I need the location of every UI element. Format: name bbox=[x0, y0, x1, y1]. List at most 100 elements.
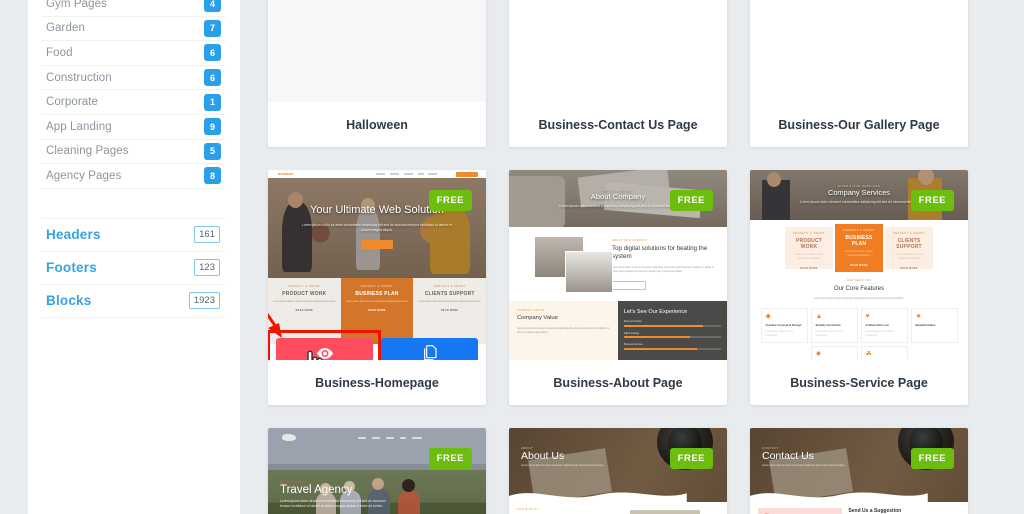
service-card: PERFECT & SMART PRODUCT WORK Lorem ipsum… bbox=[785, 227, 833, 270]
template-thumbnail bbox=[268, 0, 486, 102]
feature-item: ◆ Creative Concept & Design Lorem ipsum … bbox=[760, 307, 808, 343]
template-row: BUSINESS Your Ultimate Web Solution Lore… bbox=[268, 170, 998, 405]
category-count-badge: 9 bbox=[205, 119, 220, 135]
template-card-business-our-gallery-page[interactable]: OUR GALLERY Our Recent Work Lorem ipsum … bbox=[750, 0, 968, 147]
free-badge: FREE bbox=[428, 190, 472, 211]
sidebar-item-construction[interactable]: Construction 6 bbox=[42, 66, 226, 91]
feature-grid: ◆ Creative Concept & Design Lorem ipsum … bbox=[750, 307, 968, 360]
card-text: Lorem ipsum dolor sit amet consectetur a… bbox=[345, 301, 409, 303]
features-subtext: Lorem ipsum dolor sit amet consectetur a… bbox=[813, 298, 905, 301]
hero-subtext: Lorem ipsum dolor sit amet consectetur a… bbox=[521, 464, 605, 467]
suggestion-form: Send Us a Suggestion Lorem ipsum dolor s… bbox=[848, 508, 960, 514]
sidebar-item-gym-pages[interactable]: Gym Pages 4 bbox=[42, 0, 226, 17]
experience-heading: Let's See Our Experience bbox=[623, 309, 688, 315]
free-badge: FREE bbox=[669, 448, 713, 469]
template-card-business-contact-us-page[interactable]: Name Email Subject Message Business-Cont… bbox=[509, 0, 727, 147]
card-kicker: PERFECT & SMART bbox=[843, 229, 875, 232]
template-library-page: Gym Pages 4 Garden 7 Food 6 Construction… bbox=[0, 0, 1024, 514]
feature-item: ✸ Smart & Modern Feature bbox=[810, 345, 858, 360]
hero-heading: Travel Agency bbox=[280, 484, 353, 496]
diamond-icon: ◆ bbox=[765, 312, 771, 320]
category-count-badge: 5 bbox=[205, 143, 220, 159]
hero-heading: Contact Us bbox=[762, 450, 814, 462]
card-link[interactable]: READ MORE bbox=[839, 264, 879, 267]
value-kicker: COMPANY VALUE bbox=[517, 309, 545, 312]
card-link[interactable]: READ MORE bbox=[789, 267, 829, 270]
card-title: BUSINESS PLAN bbox=[845, 235, 873, 247]
template-card-business-about-page[interactable]: ABOUT COMPANY About Company Lorem ipsum … bbox=[509, 170, 727, 405]
card-link[interactable]: READ MORE bbox=[418, 309, 481, 312]
template-row: Halloween Name Email Subject Message bbox=[268, 0, 998, 147]
section-count-badge: 123 bbox=[194, 259, 220, 277]
hero-subtext: Lorem ipsum dolor sit amet consectetur a… bbox=[280, 499, 386, 509]
template-card-title: Halloween bbox=[346, 117, 408, 132]
sidebar-item-corporate[interactable]: Corporate 1 bbox=[42, 90, 226, 115]
free-badge: FREE bbox=[428, 448, 472, 469]
gear-icon: ✸ bbox=[815, 350, 822, 358]
value-text: Lorem ipsum dolor sit amet consectetur a… bbox=[517, 327, 610, 335]
feature-card: PERFECT & SMART CLIENTS SUPPORT Lorem ip… bbox=[413, 278, 486, 344]
template-card-title: Business-Our Gallery Page bbox=[778, 117, 940, 132]
section-count-badge: 1923 bbox=[188, 292, 220, 310]
section-label: Blocks bbox=[46, 293, 92, 309]
features-header: OUR SERVICES Our Core Features Lorem ips… bbox=[750, 279, 968, 302]
template-card-halloween[interactable]: Halloween bbox=[268, 0, 486, 147]
annotation-arrow bbox=[268, 312, 282, 338]
category-count-badge: 8 bbox=[205, 168, 220, 184]
category-label: Food bbox=[46, 46, 73, 59]
features-kicker: OUR SERVICES bbox=[846, 279, 872, 282]
template-card-business-service-page[interactable]: HOME & OUR SERVICES Company Services Lor… bbox=[750, 170, 968, 405]
category-label: Gym Pages bbox=[46, 0, 107, 10]
template-card-about-us[interactable]: ABOUT About Us Lorem ipsum dolor sit ame… bbox=[509, 428, 727, 514]
hero-cta-button[interactable] bbox=[361, 239, 393, 249]
wave-divider bbox=[750, 492, 928, 502]
category-count-badge: 4 bbox=[205, 0, 220, 12]
sidebar-item-cleaning-pages[interactable]: Cleaning Pages 5 bbox=[42, 140, 226, 165]
card-kicker: PERFECT & SMART bbox=[361, 285, 393, 288]
thumb-navbar: BUSINESS bbox=[268, 170, 486, 178]
free-badge: FREE bbox=[910, 448, 954, 469]
contact-info-panel: Contact Number Email Location bbox=[758, 508, 843, 514]
category-label: Construction bbox=[46, 71, 112, 84]
section-cta-button[interactable] bbox=[612, 280, 646, 290]
section-kicker: ABOUT OUR COMPANY bbox=[612, 239, 648, 242]
service-card: PERFECT & SMART CLIENTS SUPPORT Lorem ip… bbox=[885, 227, 933, 270]
sidebar-item-headers[interactable]: Headers 161 bbox=[42, 219, 226, 252]
template-thumbnail: ABOUT About Us Lorem ipsum dolor sit ame… bbox=[509, 428, 727, 514]
sidebar-item-blocks[interactable]: Blocks 1923 bbox=[42, 285, 226, 318]
hero-subtext: Lorem ipsum dolor sit amet consectetur a… bbox=[301, 222, 453, 233]
template-thumbnail: CONTACT Contact Us Lorem ipsum dolor sit… bbox=[750, 428, 968, 514]
sidebar-item-agency-pages[interactable]: Agency Pages 8 bbox=[42, 164, 226, 189]
features-heading: Our Core Features bbox=[833, 286, 885, 292]
template-card-title: Business-About Page bbox=[553, 375, 683, 390]
free-badge: FREE bbox=[910, 190, 954, 211]
sidebar-item-footers[interactable]: Footers 123 bbox=[42, 252, 226, 285]
sidebar-item-app-landing[interactable]: App Landing 9 bbox=[42, 115, 226, 140]
feature-title: Crafted with Love bbox=[865, 322, 889, 327]
value-heading: Company Value bbox=[517, 315, 558, 321]
progress-bars: Business Solution Digital Strategy Busin… bbox=[623, 321, 721, 350]
template-card-business-homepage[interactable]: BUSINESS Your Ultimate Web Solution Lore… bbox=[268, 170, 486, 405]
card-link[interactable]: READ MORE bbox=[889, 267, 929, 270]
card-link[interactable]: READ MORE bbox=[346, 309, 409, 312]
service-card: PERFECT & SMART BUSINESS PLAN Lorem ipsu… bbox=[835, 224, 883, 272]
support-icon: ☘ bbox=[865, 350, 872, 358]
about-section: ABOUT OUR COMPANY Top digital solutions … bbox=[509, 227, 727, 360]
template-thumbnail: ABOUT COMPANY About Company Lorem ipsum … bbox=[509, 170, 727, 360]
card-title: CLIENTS SUPPORT bbox=[424, 291, 475, 297]
template-card-travel-agency[interactable]: BEST JOURNEY Travel Agency Lorem ipsum d… bbox=[268, 428, 486, 514]
card-title: CLIENTS SUPPORT bbox=[896, 238, 922, 250]
hero-subtext: Lorem ipsum dolor sit amet consectetur a… bbox=[762, 464, 846, 467]
category-label: Cleaning Pages bbox=[46, 145, 129, 158]
company-value-block: COMPANY VALUE Company Value Lorem ipsum … bbox=[509, 301, 618, 360]
category-count-badge: 7 bbox=[205, 20, 220, 36]
heart-icon: ♥ bbox=[865, 312, 870, 320]
sidebar-item-garden[interactable]: Garden 7 bbox=[42, 17, 226, 42]
sidebar-item-food[interactable]: Food 6 bbox=[42, 41, 226, 66]
template-card-contact-us[interactable]: CONTACT Contact Us Lorem ipsum dolor sit… bbox=[750, 428, 968, 514]
contact-body: Contact Number Email Location bbox=[750, 502, 968, 514]
feature-item: ♥ Crafted with Love Lorem ipsum dolor si… bbox=[860, 307, 908, 343]
import-button[interactable] bbox=[381, 338, 478, 360]
feature-title: Creative Concept & Design bbox=[765, 322, 802, 327]
category-label: App Landing bbox=[46, 120, 112, 133]
